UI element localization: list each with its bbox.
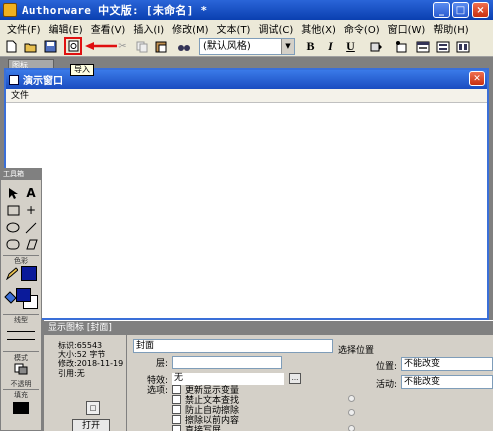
- layer-field[interactable]: [172, 356, 282, 369]
- icon-modified: 修改:2018-11-19: [58, 359, 124, 368]
- red-annotation-arrow-icon: [85, 42, 117, 50]
- checkbox[interactable]: [172, 425, 181, 431]
- presentation-window: 演示窗口 ✕ 文件: [4, 68, 489, 320]
- authorware-icon: [3, 3, 17, 17]
- menu-command[interactable]: 命令(O): [340, 21, 384, 36]
- icon-preview-icon: □: [86, 401, 100, 415]
- chevron-down-icon: ▼: [281, 39, 294, 54]
- text-style-select[interactable]: (默认风格) ▼: [199, 38, 295, 55]
- foreground-color-swatch[interactable]: [16, 288, 31, 302]
- control-panel-icon[interactable]: [393, 39, 408, 54]
- effect-browse-button[interactable]: ...: [289, 373, 301, 384]
- properties-title: 显示图标 [封面]: [44, 321, 493, 335]
- mode-value: 不透明: [10, 380, 32, 388]
- crosshair-tool-icon[interactable]: +: [23, 203, 39, 219]
- menu-bar: 文件(F) 编辑(E) 查看(V) 插入(I) 修改(M) 文本(T) 调试(C…: [0, 20, 493, 37]
- underline-button[interactable]: U: [343, 39, 358, 54]
- presentation-close-button[interactable]: ✕: [469, 71, 485, 86]
- fill-pattern-swatch[interactable]: [13, 402, 29, 414]
- activity-label: 活动:: [376, 380, 398, 390]
- bold-button[interactable]: B: [303, 39, 318, 54]
- menu-debug[interactable]: 调试(C): [254, 21, 297, 36]
- icon-info-section: 标识:65543 大小:52 字节 修改:2018-11-19 引用:无 □ 打…: [44, 335, 126, 431]
- mode-label: 模式: [14, 354, 28, 362]
- layer-label: 层:: [156, 359, 169, 369]
- functions-window-icon[interactable]: [415, 39, 430, 54]
- close-button[interactable]: ×: [472, 2, 489, 18]
- text-tool-icon[interactable]: A: [23, 186, 39, 202]
- color-label: 色彩: [14, 257, 28, 265]
- icon-reference: 引用:无: [58, 369, 85, 378]
- minimize-button[interactable]: _: [433, 2, 450, 18]
- presentation-menu-file[interactable]: 文件: [6, 89, 487, 103]
- icon-name-field[interactable]: 封面: [133, 339, 333, 353]
- line-style-thin[interactable]: [7, 331, 35, 332]
- presentation-window-icon: [9, 74, 19, 85]
- position-label: 位置:: [376, 362, 398, 372]
- open-folder-icon[interactable]: [23, 39, 38, 54]
- palette-title: 工具箱: [1, 169, 41, 180]
- menu-edit[interactable]: 编辑(E): [45, 21, 87, 36]
- options-label: 选项:: [147, 386, 169, 396]
- rectangle-tool-icon[interactable]: [5, 205, 21, 221]
- presentation-title: 演示窗口: [23, 76, 63, 87]
- position-radio-3[interactable]: [348, 425, 355, 431]
- window-title: Authorware 中文版: [未命名] *: [22, 4, 208, 17]
- menu-text[interactable]: 文本(T): [213, 21, 255, 36]
- polygon-tool-icon[interactable]: [23, 239, 39, 255]
- menu-file[interactable]: 文件(F): [3, 21, 45, 36]
- ellipse-tool-icon[interactable]: [5, 222, 21, 238]
- properties-panel: 显示图标 [封面] 标识:65543 大小:52 字节 修改:2018-11-1…: [44, 320, 493, 431]
- line-tool-icon[interactable]: [23, 222, 39, 238]
- line-style-thin-2[interactable]: [7, 339, 35, 340]
- title-bar: Authorware 中文版: [未命名] * _ □ ×: [0, 0, 493, 20]
- import-tooltip: 导入: [70, 64, 94, 76]
- menu-view[interactable]: 查看(V): [87, 21, 130, 36]
- option-direct-to-screen[interactable]: 直接写屏: [172, 423, 221, 431]
- paste-icon[interactable]: [153, 39, 168, 54]
- authorware-app: Authorware 中文版: [未命名] * _ □ × 文件(F) 编辑(E…: [0, 0, 493, 431]
- position-radio-1[interactable]: [348, 395, 355, 402]
- tool-palette: 工具箱 A + 色彩 线型 模式 不透明 填充: [0, 168, 42, 431]
- position-radio-2[interactable]: [348, 409, 355, 416]
- text-style-value: (默认风格): [203, 41, 251, 52]
- panel-divider: [126, 335, 127, 431]
- run-icon[interactable]: [369, 39, 384, 54]
- menu-modify[interactable]: 修改(M): [168, 21, 212, 36]
- menu-other[interactable]: 其他(X): [297, 21, 340, 36]
- import-button[interactable]: [64, 37, 82, 55]
- fill-label: 填充: [14, 391, 28, 399]
- find-icon[interactable]: [176, 39, 191, 54]
- maximize-button[interactable]: □: [452, 2, 469, 18]
- opaque-mode-icon[interactable]: [13, 363, 29, 379]
- pencil-icon: [4, 267, 20, 283]
- activity-select[interactable]: 不能改变: [401, 375, 493, 389]
- toolbar: ✂ (默认风格) ▼ B I U: [0, 37, 493, 57]
- knowledge-objects-icon[interactable]: [455, 39, 470, 54]
- new-file-icon[interactable]: [4, 39, 19, 54]
- variables-window-icon[interactable]: [435, 39, 450, 54]
- import-icon: [68, 40, 78, 52]
- menu-help[interactable]: 帮助(H): [429, 21, 472, 36]
- line-label: 线型: [14, 316, 28, 324]
- save-all-icon[interactable]: [43, 39, 58, 54]
- menu-window[interactable]: 窗口(W): [384, 21, 430, 36]
- copy-icon[interactable]: [134, 39, 149, 54]
- menu-insert[interactable]: 插入(I): [129, 21, 168, 36]
- pointer-tool-icon[interactable]: [5, 187, 21, 203]
- italic-button[interactable]: I: [323, 39, 338, 54]
- position-header: 选择位置: [338, 346, 375, 356]
- position-select[interactable]: 不能改变: [401, 357, 493, 371]
- stroke-color-swatch[interactable]: [21, 266, 37, 281]
- open-button[interactable]: 打开: [72, 419, 110, 431]
- rounded-rectangle-tool-icon[interactable]: [5, 239, 21, 255]
